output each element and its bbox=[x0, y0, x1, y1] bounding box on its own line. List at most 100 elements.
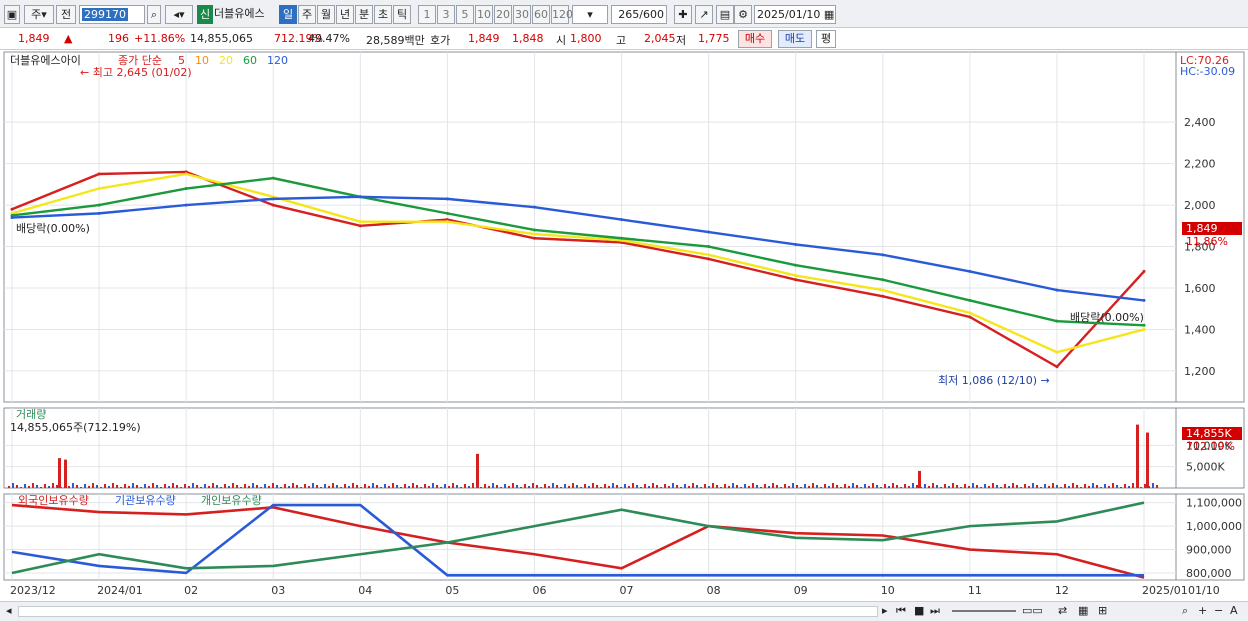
interval-button-10[interactable]: 10 bbox=[475, 5, 493, 24]
magnifier-icon[interactable]: ⌕ bbox=[1182, 604, 1188, 618]
volume-bar-small bbox=[228, 486, 230, 488]
crosshair-icon[interactable]: ✚ bbox=[674, 5, 692, 24]
volume-bar-small bbox=[588, 486, 590, 488]
volume-bar-small bbox=[8, 486, 10, 488]
chart-area[interactable]: 2,400 2,200 2,000 1,800 1,600 1,400 1,200 더블유에스… bbox=[0, 50, 1248, 601]
rewind-icon[interactable]: ⏮ bbox=[896, 604, 906, 618]
period-tab-0[interactable]: 일 bbox=[279, 5, 297, 24]
volume-bar-small bbox=[604, 484, 606, 488]
scroll-left-icon[interactable]: ◂ bbox=[6, 604, 12, 617]
volume-bar-small bbox=[644, 484, 646, 488]
volume-bar-small bbox=[296, 485, 298, 488]
volume-bar-small bbox=[376, 485, 378, 488]
volume-bar-small bbox=[1032, 483, 1034, 488]
ma-point bbox=[794, 278, 798, 282]
volume-bar-small bbox=[48, 486, 50, 488]
high-annotation: ← 최고 2,645 (01/02) bbox=[80, 66, 192, 79]
ma-point bbox=[794, 263, 798, 267]
ma-point bbox=[445, 197, 449, 201]
volume-bar-small bbox=[364, 484, 366, 488]
volume-bar-small bbox=[200, 487, 202, 488]
interval-button-30[interactable]: 30 bbox=[513, 5, 531, 24]
interval-select[interactable]: ▾ bbox=[572, 5, 608, 24]
volume-bar-small bbox=[116, 485, 118, 488]
interval-button-120[interactable]: 120 bbox=[551, 5, 573, 24]
type-label: 주 bbox=[31, 8, 42, 21]
grid-icon[interactable]: ▦ bbox=[1078, 604, 1088, 617]
volume-bar-small bbox=[260, 487, 262, 488]
zoom-slider[interactable] bbox=[952, 610, 1016, 612]
save-icon[interactable]: ▤ bbox=[716, 5, 734, 24]
volume-bar-small bbox=[640, 487, 642, 488]
hoga-label: 호가 bbox=[430, 34, 451, 47]
horizontal-scrollbar[interactable] bbox=[18, 606, 878, 617]
interval-button-60[interactable]: 60 bbox=[532, 5, 550, 24]
current-price: 1,849 bbox=[18, 32, 50, 45]
code-input[interactable]: 299170 bbox=[79, 5, 145, 24]
volume-bar-small bbox=[484, 484, 486, 488]
price-panel-title: 더블유에스아이 bbox=[10, 54, 81, 67]
volume-bar-small bbox=[912, 483, 914, 488]
x-axis-label: 12 bbox=[1055, 584, 1069, 597]
interval-button-1[interactable]: 1 bbox=[418, 5, 436, 24]
play-icon[interactable]: ▸ bbox=[882, 604, 888, 617]
date-value: 2025/01/10 bbox=[757, 8, 821, 21]
volume-bar-small bbox=[1100, 487, 1102, 488]
period-tab-5[interactable]: 초 bbox=[374, 5, 392, 24]
buy-button[interactable]: 매수 bbox=[738, 30, 772, 48]
ma-point bbox=[10, 216, 14, 220]
volume-bar-small bbox=[316, 485, 318, 488]
volume-bar-small bbox=[1028, 486, 1030, 488]
forward-icon[interactable]: ⏭ bbox=[930, 604, 940, 618]
zoom-in-icon[interactable]: + bbox=[1198, 604, 1207, 617]
search-icon[interactable]: ⌕ bbox=[147, 5, 161, 24]
ma-point bbox=[97, 187, 101, 191]
volume-bar-small bbox=[948, 486, 950, 488]
volume-bar-small bbox=[32, 483, 34, 488]
volume-bar bbox=[58, 458, 61, 488]
ma-point bbox=[97, 203, 101, 207]
sell-button[interactable]: 매도 bbox=[778, 30, 812, 48]
ma-point bbox=[1055, 365, 1059, 369]
volume-bar-small bbox=[180, 487, 182, 488]
volume-bar-small bbox=[148, 486, 150, 488]
ma-point bbox=[184, 172, 188, 176]
date-input[interactable]: 2025/01/10 ▦ bbox=[754, 5, 836, 24]
arrange-icon[interactable]: ⇄ bbox=[1058, 604, 1067, 617]
x-axis-right-label: 01/10 bbox=[1188, 584, 1220, 597]
prev-button[interactable]: 전 bbox=[56, 5, 76, 24]
volume-bar-small bbox=[708, 486, 710, 488]
layout-icon[interactable]: ▭▭ bbox=[1022, 604, 1043, 617]
period-tab-2[interactable]: 월 bbox=[317, 5, 335, 24]
type-select[interactable]: 주▾ bbox=[24, 5, 54, 24]
period-tab-6[interactable]: 틱 bbox=[393, 5, 411, 24]
interval-button-3[interactable]: 3 bbox=[437, 5, 455, 24]
period-tab-3[interactable]: 년 bbox=[336, 5, 354, 24]
volume-bar-small bbox=[916, 485, 918, 488]
period-tab-1[interactable]: 주 bbox=[298, 5, 316, 24]
volume-bar-small bbox=[72, 483, 74, 488]
stop-icon[interactable]: ■ bbox=[914, 604, 924, 617]
volume-bar-small bbox=[1048, 486, 1050, 488]
font-size-icon[interactable]: A bbox=[1230, 604, 1238, 617]
volume-bar-small bbox=[1052, 483, 1054, 488]
eval-button[interactable]: 평 bbox=[816, 30, 836, 48]
volume-bar-small bbox=[320, 487, 322, 488]
interval-button-20[interactable]: 20 bbox=[494, 5, 512, 24]
ma-point bbox=[968, 269, 972, 273]
volume-bar-small bbox=[272, 483, 274, 488]
drawing-icon[interactable]: ↗ bbox=[695, 5, 713, 24]
config-icon[interactable]: ⊞ bbox=[1098, 604, 1107, 617]
stock-chart[interactable]: 2,4002,2002,0001,8001,6001,4001,200더블유에스… bbox=[0, 50, 1248, 601]
volume-bar-small bbox=[972, 483, 974, 488]
gear-icon[interactable]: ⚙ bbox=[734, 5, 752, 24]
zoom-out-icon[interactable]: − bbox=[1214, 604, 1223, 617]
count-input[interactable]: 265/600 bbox=[611, 5, 667, 24]
period-tab-4[interactable]: 분 bbox=[355, 5, 373, 24]
volume-bar-small bbox=[716, 485, 718, 488]
volume-bar-small bbox=[952, 483, 954, 488]
layout-icon[interactable]: ▣ bbox=[4, 5, 20, 24]
interval-button-5[interactable]: 5 bbox=[456, 5, 474, 24]
volume-bar-small bbox=[520, 487, 522, 488]
speaker-icon[interactable]: ◂▾ bbox=[165, 5, 193, 24]
